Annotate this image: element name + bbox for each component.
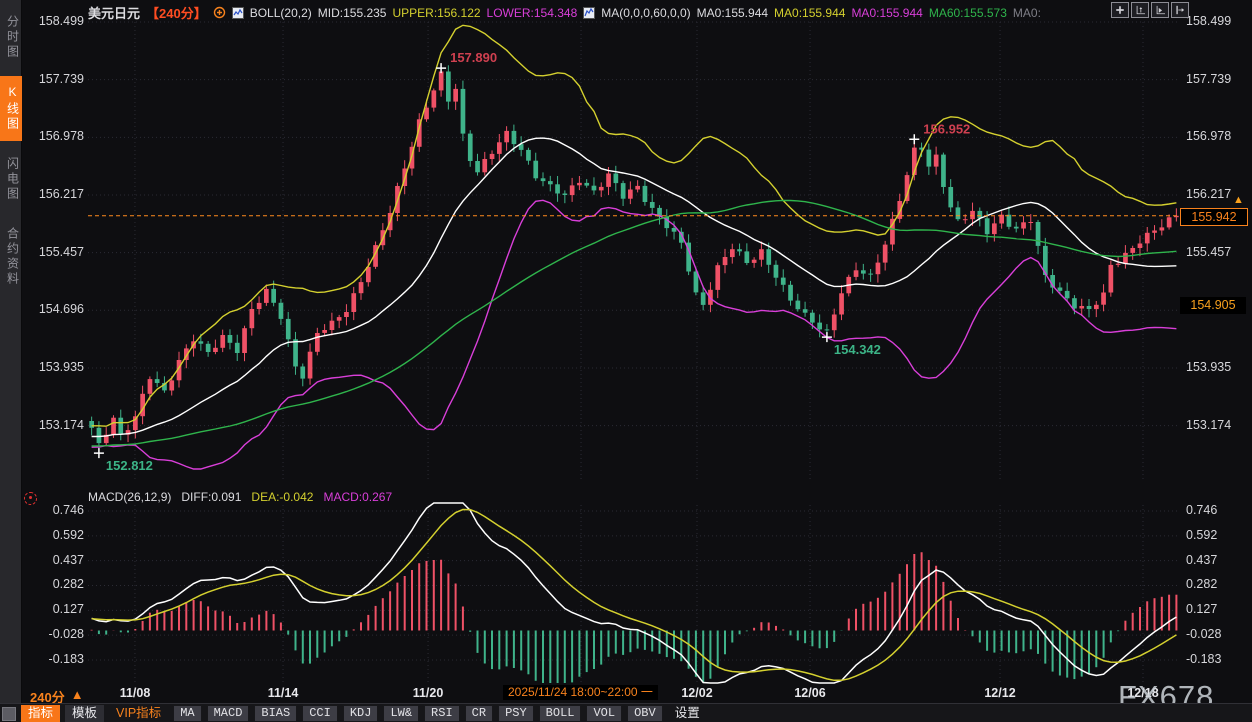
chart-header: 美元日元 【240分】 BOLL(20,2) MID:155.235 UPPER… xyxy=(88,3,1041,22)
toolbar-tab-指标[interactable]: 指标 xyxy=(21,705,60,722)
macd-macd-value: MACD:0.267 xyxy=(323,490,392,504)
indicator-button-lw&[interactable]: LW& xyxy=(383,705,419,722)
macd-axis-label-left: 0.127 xyxy=(24,602,84,616)
indicator-button-cci[interactable]: CCI xyxy=(302,705,338,722)
macd-axis-label-left: 0.437 xyxy=(24,553,84,567)
period-badge: 【240分】 xyxy=(146,3,207,22)
ma0-value-1: MA0:155.944 xyxy=(697,6,768,20)
secondary-price-marker: 154.905 xyxy=(1180,297,1246,314)
trading-app-window: 157.890156.952154.342152.812 分时图 K线图闪电图合约… xyxy=(0,0,1252,722)
price-axis-label-left: 153.174 xyxy=(24,418,84,432)
indicator-button-macd[interactable]: MACD xyxy=(207,705,250,722)
macd-axis-label-right: 0.592 xyxy=(1186,528,1248,542)
indicator-button-boll[interactable]: BOLL xyxy=(539,705,582,722)
date-tick-label: 12/12 xyxy=(984,686,1015,700)
axis-zoom-out-icon[interactable] xyxy=(1151,2,1169,18)
macd-axis-label-left: 0.746 xyxy=(24,503,84,517)
ma60-value: MA60:155.573 xyxy=(929,6,1007,20)
boll-indicator-icon xyxy=(232,7,244,19)
symbol-title: 美元日元 xyxy=(88,3,140,22)
price-axis-label-right: 153.174 xyxy=(1186,418,1248,432)
macd-axis-label-right: 0.127 xyxy=(1186,602,1248,616)
price-axis-label-left: 154.696 xyxy=(24,302,84,316)
sidebar-tab-flash[interactable]: 闪电图 xyxy=(0,148,22,211)
price-axis-label-right: 155.457 xyxy=(1186,245,1248,259)
date-tick-label: 11/20 xyxy=(413,686,444,700)
toolbar-tab-VIP指标[interactable]: VIP指标 xyxy=(109,705,168,722)
price-axis-label-right: 156.978 xyxy=(1186,129,1248,143)
macd-axis-label-left: 0.282 xyxy=(24,577,84,591)
ma0-value-3: MA0:155.944 xyxy=(851,6,922,20)
date-tick-label: 11/14 xyxy=(268,686,299,700)
indicator-button-ma[interactable]: MA xyxy=(173,705,201,722)
pan-icon[interactable] xyxy=(1111,2,1129,18)
macd-header: MACD(26,12,9) DIFF:0.091 DEA:-0.042 MACD… xyxy=(88,490,392,504)
price-axis-label-right: 158.499 xyxy=(1186,14,1248,28)
toolbar-tab-模板[interactable]: 模板 xyxy=(65,705,104,722)
ma-indicator-icon xyxy=(583,7,595,19)
boll-lower-value: LOWER:154.348 xyxy=(487,6,578,20)
price-axis-label-left: 155.457 xyxy=(24,245,84,259)
macd-axis-label-right: 0.746 xyxy=(1186,503,1248,517)
indicator-button-vol[interactable]: VOL xyxy=(586,705,622,722)
toolbar-corner-button[interactable] xyxy=(2,707,16,721)
indicator-button-kdj[interactable]: KDJ xyxy=(343,705,379,722)
add-indicator-icon[interactable] xyxy=(213,6,226,19)
last-price-marker: 155.942 xyxy=(1180,208,1248,226)
date-tick-label: 12/02 xyxy=(681,686,712,700)
macd-axis-label-left: -0.183 xyxy=(24,652,84,666)
macd-axis-label-right: -0.028 xyxy=(1186,627,1248,641)
price-axis-label-left: 156.217 xyxy=(24,187,84,201)
macd-axis-label-left: -0.028 xyxy=(24,627,84,641)
price-axis-label-left: 153.935 xyxy=(24,360,84,374)
price-axis-label-left: 156.978 xyxy=(24,129,84,143)
macd-axis-label-left: 0.592 xyxy=(24,528,84,542)
sidebar-tab-contract-info[interactable]: 合约资料 xyxy=(0,218,22,296)
macd-axis-label-right: 0.437 xyxy=(1186,553,1248,567)
indicator-button-obv[interactable]: OBV xyxy=(627,705,663,722)
macd-dea-value: DEA:-0.042 xyxy=(251,490,313,504)
indicator-button-cr[interactable]: CR xyxy=(465,705,493,722)
ma0-value-2: MA0:155.944 xyxy=(774,6,845,20)
ma-params-label: MA(0,0,0,60,0,0) xyxy=(601,6,690,20)
macd-axis-label-right: 0.282 xyxy=(1186,577,1248,591)
settings-button[interactable]: 设置 xyxy=(668,705,707,722)
boll-upper-value: UPPER:156.122 xyxy=(392,6,480,20)
axis-zoom-in-icon[interactable] xyxy=(1131,2,1149,18)
indicator-toolbar: 指标模板 VIP指标 MA MACDBIAS CCI KDJLW&RSI CR PSY BOLL… xyxy=(0,703,1252,722)
chart-svg: 157.890156.952154.342152.812 xyxy=(0,0,1252,722)
ma0-empty-value: MA0: xyxy=(1013,6,1041,20)
sidebar-tab-kline[interactable]: K线图 xyxy=(0,76,22,141)
chart-control-icons xyxy=(1111,2,1189,18)
price-axis-label-left: 157.739 xyxy=(24,72,84,86)
indicator-button-psy[interactable]: PSY xyxy=(498,705,534,722)
sidebar-tab-time-share[interactable]: 分时图 xyxy=(0,6,22,69)
price-axis-label-right: 157.739 xyxy=(1186,72,1248,86)
macd-panel-icon[interactable] xyxy=(24,492,37,505)
scroll-to-price-arrow[interactable]: ▲ xyxy=(1233,194,1244,206)
macd-axis-label-right: -0.183 xyxy=(1186,652,1248,666)
macd-params-label: MACD(26,12,9) xyxy=(88,490,171,504)
indicator-button-bias[interactable]: BIAS xyxy=(254,705,297,722)
chart-canvas[interactable] xyxy=(88,18,1180,683)
jump-to-latest-icon[interactable] xyxy=(1171,2,1189,18)
sidebar: 分时图 K线图闪电图合约资料 xyxy=(0,0,22,722)
crosshair-date-label: 2025/11/24 18:00~22:00 一 xyxy=(503,685,658,700)
macd-diff-value: DIFF:0.091 xyxy=(181,490,241,504)
indicator-button-rsi[interactable]: RSI xyxy=(424,705,460,722)
boll-label: BOLL(20,2) xyxy=(250,6,312,20)
boll-mid-value: MID:155.235 xyxy=(318,6,387,20)
date-tick-label: 11/08 xyxy=(120,686,151,700)
price-axis-label-left: 158.499 xyxy=(24,14,84,28)
price-axis-label-right: 153.935 xyxy=(1186,360,1248,374)
date-tick-label: 12/06 xyxy=(794,686,825,700)
